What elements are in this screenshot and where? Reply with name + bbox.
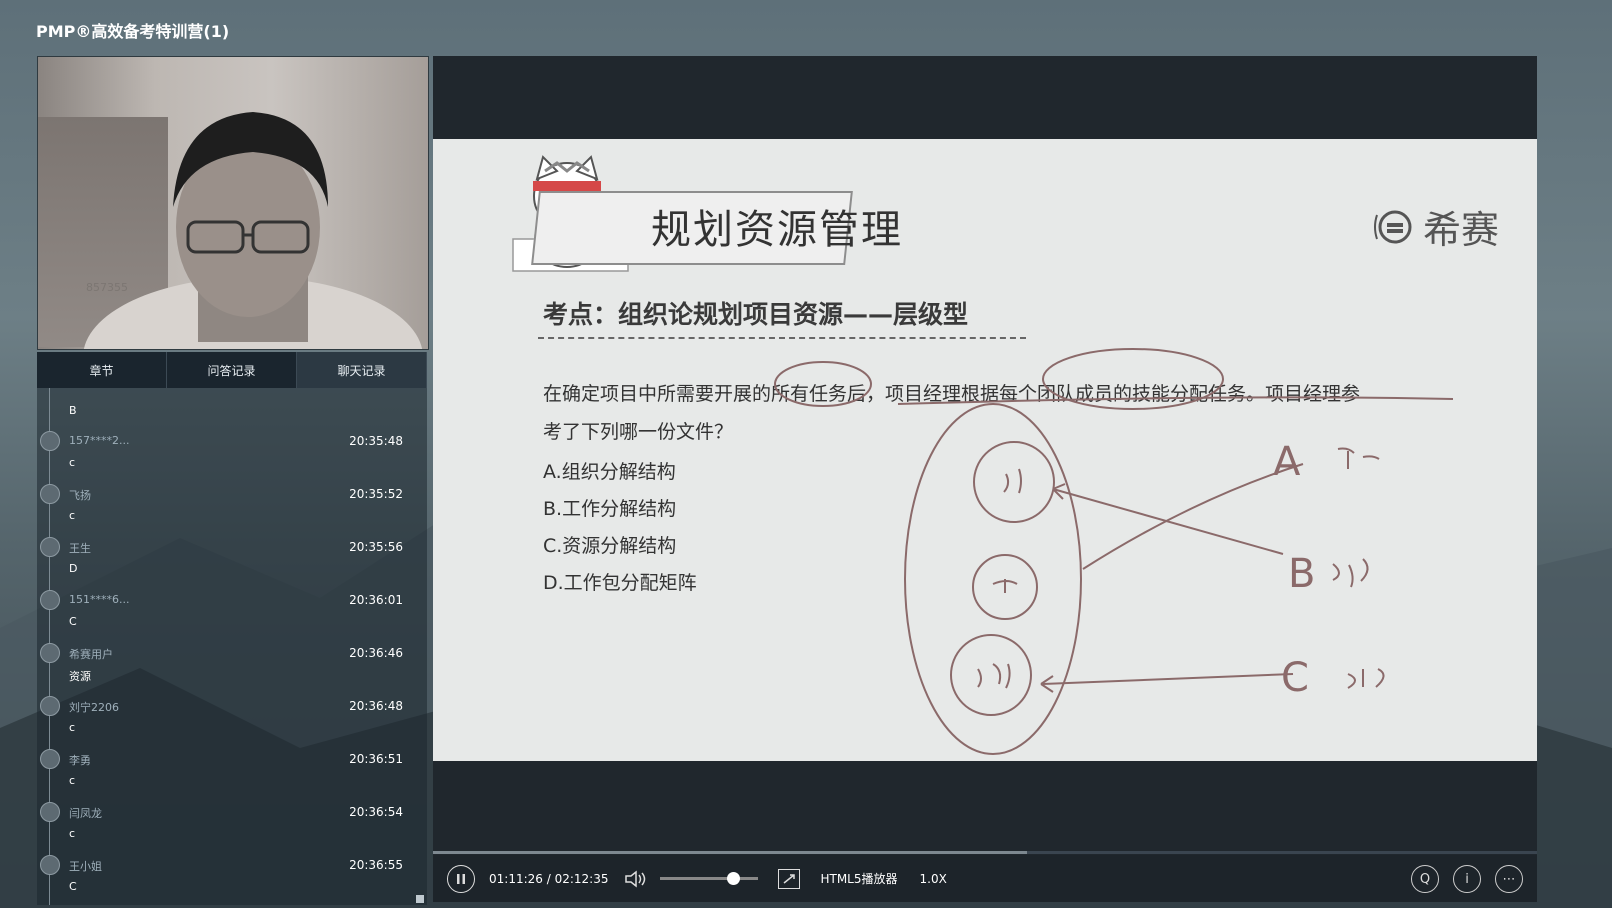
message-text: c (69, 827, 76, 840)
progress-fill (433, 851, 1027, 854)
right-controls: Q i ⋯ (1411, 865, 1523, 893)
volume-slider[interactable] (660, 872, 759, 885)
expand-arrow-icon (784, 873, 796, 884)
player-controls: 01:11:26 / 02:12:35 HTML5播放器 1.0X Q i ⋯ (433, 855, 1537, 902)
tab-qa-records[interactable]: 问答记录 (167, 352, 297, 388)
tab-chapters[interactable]: 章节 (37, 352, 167, 388)
annotation-a: A (1273, 439, 1301, 485)
username: 希赛用户 (69, 648, 113, 661)
info-icon[interactable]: i (1453, 865, 1481, 893)
timestamp: 20:35:48 (349, 434, 403, 448)
chat-message: 李勇 20:36:51 c (37, 742, 427, 795)
username: 157****2... (69, 434, 130, 447)
watermark-text: 857355 (86, 281, 128, 294)
more-icon[interactable]: ⋯ (1495, 865, 1523, 893)
avatar (40, 855, 60, 875)
avatar (40, 590, 60, 610)
message-text: c (69, 509, 76, 522)
tab-chat-records[interactable]: 聊天记录 (297, 352, 427, 388)
username: 王生 (69, 542, 91, 555)
timestamp: 20:36:46 (349, 646, 403, 660)
pause-button[interactable] (447, 864, 475, 893)
chat-message: 王小姐 20:36:55 C (37, 848, 427, 901)
annotation-b: B (1288, 551, 1315, 597)
handwritten-annotations: A B C (774, 348, 1454, 755)
chat-message: 刘宁2206 20:36:48 c (37, 689, 427, 742)
timestamp: 20:36:55 (349, 858, 403, 872)
app-title: PMP®高效备考特训营(1) (36, 22, 230, 41)
avatar (40, 749, 60, 769)
message-text: D (69, 562, 78, 575)
fit-screen-icon[interactable] (778, 868, 801, 889)
chat-message: 希赛用户 20:36:46 资源 (37, 636, 427, 689)
username: 飞扬 (69, 489, 91, 502)
annotation-c: C (1281, 655, 1309, 701)
progress-bar[interactable] (433, 851, 1537, 854)
chat-panel: 章节 问答记录 聊天记录 B 157****2... 20:35:48 c 飞扬… (37, 352, 427, 905)
resize-grip-icon[interactable] (416, 895, 424, 903)
chat-message: 闫凤龙 20:36:54 c (37, 795, 427, 848)
username: 闫凤龙 (69, 807, 102, 820)
avatar (40, 537, 60, 557)
slide-content: 规划资源管理 希赛 考点：组织论规划项目资源——层级型 在确定项目中所需要开展的… (433, 139, 1537, 761)
chat-list[interactable]: B 157****2... 20:35:48 c 飞扬 20:35:52 c 王… (37, 388, 427, 905)
chat-message: 157****2... 20:35:48 c (37, 424, 427, 477)
username: 李勇 (69, 754, 91, 767)
message-text: B (69, 404, 77, 417)
webcam-video: 857355 (37, 56, 429, 350)
timestamp: 20:36:01 (349, 593, 403, 607)
player-engine-label[interactable]: HTML5播放器 (820, 870, 897, 887)
volume-icon[interactable] (624, 869, 648, 888)
message-text: c (69, 721, 76, 734)
message-text: C (69, 615, 77, 628)
avatar (40, 484, 60, 504)
avatar (40, 802, 60, 822)
message-text: C (69, 880, 77, 893)
playback-speed[interactable]: 1.0X (920, 872, 947, 886)
avatar (40, 696, 60, 716)
avatar (40, 643, 60, 663)
username: 151****6... (69, 593, 130, 606)
timestamp: 20:36:51 (349, 752, 403, 766)
message-text: c (69, 774, 76, 787)
chat-message: 151****6... 20:36:01 C (37, 583, 427, 636)
username: 刘宁2206 (69, 701, 119, 714)
avatar (40, 431, 60, 451)
presenter-silhouette (83, 112, 423, 349)
chat-message: B (37, 388, 427, 424)
timestamp: 20:36:54 (349, 805, 403, 819)
pause-icon (457, 873, 465, 884)
message-text: c (69, 456, 76, 469)
timestamp: 20:35:52 (349, 487, 403, 501)
chat-message: 王生 20:35:56 D (37, 530, 427, 583)
qa-icon[interactable]: Q (1411, 865, 1439, 893)
volume-knob[interactable] (726, 872, 740, 885)
chat-message: 飞扬 20:35:52 c (37, 477, 427, 530)
sidebar-tabs: 章节 问答记录 聊天记录 (37, 352, 427, 388)
username: 王小姐 (69, 860, 102, 873)
message-text: 资源 (69, 670, 91, 683)
timestamp: 20:35:56 (349, 540, 403, 554)
time-display: 01:11:26 / 02:12:35 (489, 871, 609, 886)
timestamp: 20:36:48 (349, 699, 403, 713)
